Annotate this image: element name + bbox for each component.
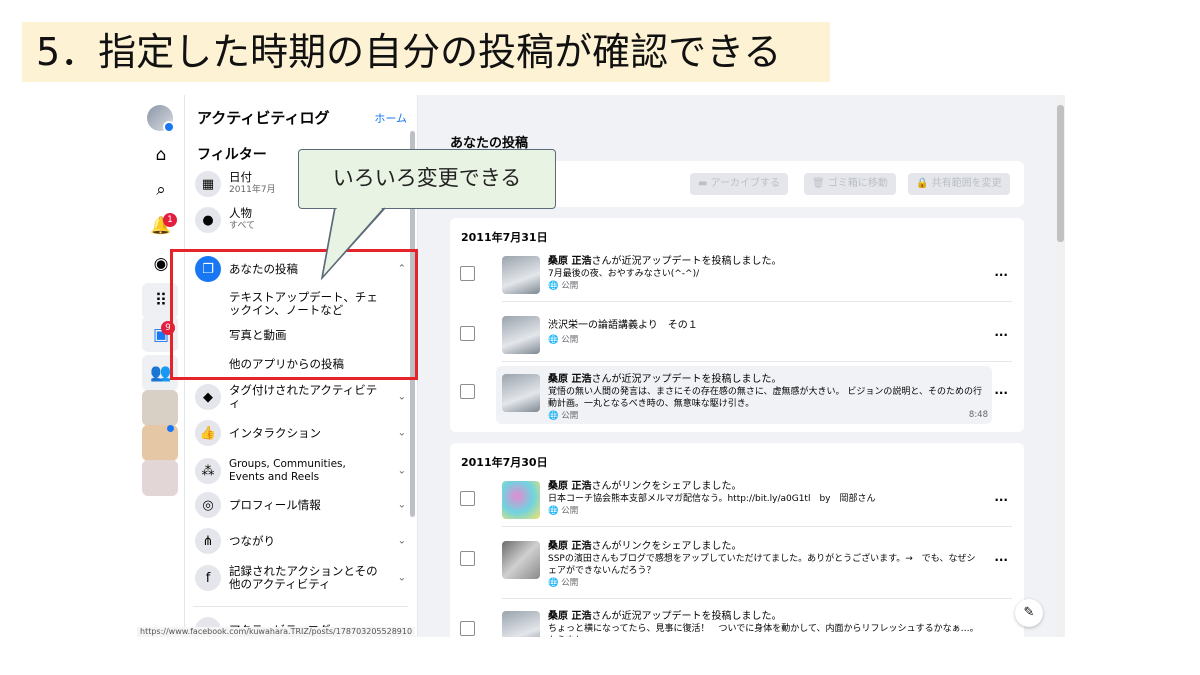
highlight-box: [170, 249, 418, 380]
filter-person-label: 人物: [229, 206, 252, 220]
search-icon[interactable]: ⌕: [149, 178, 173, 202]
log-entry[interactable]: 桑原 正浩さんが近況アップデートを投稿しました。 覚悟の無い人間の発言は、まさに…: [450, 364, 1024, 426]
entry-thumbnail: [502, 374, 540, 412]
entry-thumbnail: [502, 541, 540, 579]
app-icon[interactable]: [142, 390, 178, 426]
facebook-badge-icon: [163, 121, 175, 133]
category-interactions[interactable]: 👍 インタラクション ⌄: [195, 420, 410, 446]
category-tagged-label: タグ付けされたアクティビティ: [229, 383, 378, 410]
scrollbar-thumb[interactable]: [1057, 105, 1064, 242]
app-icon[interactable]: [142, 460, 178, 496]
new-dot: [167, 425, 174, 432]
select-checkbox[interactable]: [460, 384, 475, 399]
home-link[interactable]: ホーム: [374, 110, 407, 126]
filter-date-label: 日付: [229, 170, 252, 184]
panel-title: アクティビティログ: [197, 109, 330, 127]
category-groups-label: Groups, Communities, Events and Reels: [229, 458, 346, 483]
category-profile[interactable]: ◎ プロフィール情報 ⌄: [195, 492, 410, 518]
more-options-icon[interactable]: ···: [994, 553, 1008, 567]
tag-icon: ◆: [195, 384, 221, 410]
divider: [502, 301, 1012, 302]
date-group-card: 2011年7月30日 桑原 正浩さんがリンクをシェアしました。 日本コーチ協会熊…: [450, 443, 1024, 637]
calendar-icon: ▦: [195, 171, 221, 197]
entry-time: 8:48: [968, 410, 988, 420]
groups-icon: ⁂: [195, 458, 221, 484]
more-options-icon[interactable]: ···: [994, 328, 1008, 342]
category-connections-label: つながり: [229, 533, 275, 548]
chevron-down-icon: ⌄: [397, 427, 406, 439]
log-entry[interactable]: 桑原 正浩さんが近況アップデートを投稿しました。 ちょっと横になってたら、見事に…: [450, 601, 1024, 637]
archive-button[interactable]: ▬ アーカイブする: [690, 173, 789, 195]
chevron-down-icon: ⌄: [397, 499, 406, 511]
status-url: https://www.facebook.com/kuwahara.TRIZ/p…: [137, 627, 416, 637]
select-checkbox[interactable]: [460, 491, 475, 506]
more-options-icon[interactable]: ···: [994, 268, 1008, 282]
audience-button[interactable]: 🔒 共有範囲を変更: [908, 173, 1010, 195]
select-checkbox[interactable]: [460, 326, 475, 341]
group-date: 2011年7月30日: [461, 456, 548, 469]
profile-icon: ◎: [195, 492, 221, 518]
page-scrollbar[interactable]: [1056, 95, 1065, 637]
chevron-down-icon: ⌄: [397, 391, 406, 403]
log-entry[interactable]: 桑原 正浩さんがリンクをシェアしました。 SSPの濱田さんもブログで感想をアップ…: [450, 531, 1024, 593]
filter-person-value: すべて: [229, 221, 256, 231]
notification-badge: 1: [163, 213, 177, 227]
divider: [502, 361, 1012, 362]
select-checkbox[interactable]: [460, 551, 475, 566]
callout-bubble: いろいろ変更できる: [298, 149, 556, 209]
entry-thumbnail: [502, 256, 540, 294]
thumbs-up-icon: 👍: [195, 420, 221, 446]
filter-date-value: 2011年7月: [229, 185, 276, 195]
chevron-down-icon: ⌄: [397, 572, 406, 584]
category-logged-actions[interactable]: f 記録されたアクションとその他のアクティビティ ⌄: [195, 563, 410, 593]
select-checkbox[interactable]: [460, 621, 475, 636]
home-icon[interactable]: ⌂: [149, 143, 173, 167]
category-logged-actions-label: 記録されたアクションとその他のアクティビティ: [229, 564, 378, 591]
category-interactions-label: インタラクション: [229, 425, 321, 440]
divider: [502, 526, 1012, 527]
group-date: 2011年7月31日: [461, 231, 548, 244]
more-options-icon[interactable]: ···: [994, 493, 1008, 507]
connections-icon: ⋔: [195, 528, 221, 554]
log-entry[interactable]: 桑原 正浩さんがリンクをシェアしました。 日本コーチ協会熊本支部メルマガ配信なう…: [450, 471, 1024, 533]
select-checkbox[interactable]: [460, 266, 475, 281]
trash-button[interactable]: 🗑 ゴミ箱に移動: [804, 173, 896, 195]
date-group-card: 2011年7月31日 桑原 正浩さんが近況アップデートを投稿しました。 7月最後…: [450, 218, 1024, 432]
chevron-down-icon: ⌄: [397, 535, 406, 547]
entry-thumbnail: [502, 611, 540, 637]
entry-thumbnail: [502, 481, 540, 519]
category-connections[interactable]: ⋔ つながり ⌄: [195, 528, 410, 554]
person-icon: ●: [195, 207, 221, 233]
slide-title: 5．指定した時期の自分の投稿が確認できる: [22, 22, 830, 82]
filter-person[interactable]: ● 人物 すべて: [195, 207, 410, 233]
more-options-icon[interactable]: ···: [994, 386, 1008, 400]
category-tagged[interactable]: ◆ タグ付けされたアクティビティ ⌄: [195, 382, 410, 412]
facebook-icon: f: [195, 565, 221, 591]
category-groups[interactable]: ⁂ Groups, Communities, Events and Reels …: [195, 456, 410, 486]
log-entry[interactable]: 桑原 正浩さんが近況アップデートを投稿しました。 7月最後の夜、おやすみなさい(…: [450, 246, 1024, 308]
entry-thumbnail: [502, 316, 540, 354]
divider: [502, 598, 1012, 599]
filter-title: フィルター: [197, 147, 267, 163]
compose-button[interactable]: ✎: [1015, 599, 1043, 627]
divider: [193, 606, 408, 607]
log-entry[interactable]: 渋沢栄一の論語講義より その１ 🌐 公開 ···: [450, 306, 1024, 368]
category-profile-label: プロフィール情報: [229, 497, 321, 512]
chevron-down-icon: ⌄: [397, 465, 406, 477]
